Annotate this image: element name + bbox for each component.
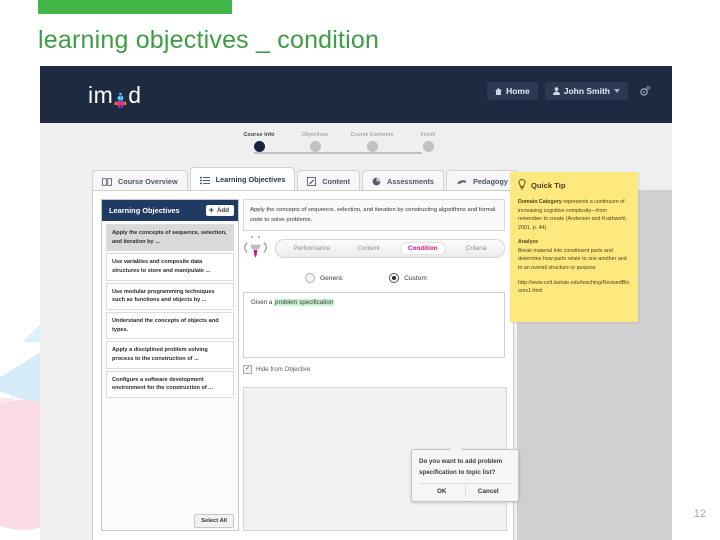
quick-tip-panel: Quick Tip Domain Category represents a c… (510, 172, 638, 322)
objectives-list: Apply the concepts of sequence, selectio… (102, 221, 238, 403)
radio-generic-control[interactable] (305, 273, 315, 284)
condition-type-radios: Generic Custom (243, 273, 505, 284)
app-navbar: im d Home John Smith (40, 66, 672, 123)
tab-label: Assessments (386, 176, 434, 186)
app-logo: im d (88, 82, 142, 109)
step-label: Course Elements (350, 132, 394, 138)
objective-statement: Apply the concepts of sequence, selectio… (243, 199, 505, 232)
book-icon (102, 177, 112, 186)
home-button[interactable]: Home (487, 82, 538, 100)
list-item[interactable]: Apply a disciplined problem solving proc… (106, 341, 234, 369)
pencil-square-icon (307, 177, 317, 186)
condition-textarea[interactable]: Given a problem specification (243, 292, 505, 359)
tab-label: Course Overview (118, 176, 178, 186)
add-label: Add (216, 207, 229, 214)
step-dot (366, 141, 378, 152)
list-icon (199, 176, 210, 185)
add-topic-dialog: Do you want to add problem specification… (411, 443, 519, 503)
objectives-panel-footer: Select All (194, 509, 234, 528)
home-label: Home (506, 86, 530, 96)
list-item[interactable]: Configure a software development environ… (106, 370, 234, 398)
page-title: learning objectives _ condition (38, 26, 380, 54)
green-accent-bar (38, 0, 232, 14)
pie-chart-icon (372, 177, 381, 186)
step-dot (253, 141, 265, 152)
tab-label: Content (322, 176, 350, 186)
step-connector-line (254, 152, 422, 154)
objective-detail: Apply the concepts of sequence, selectio… (243, 199, 505, 375)
tab-assessments[interactable]: Assessments (361, 170, 444, 192)
user-menu-label: John Smith (563, 86, 610, 96)
quick-tip-lead-2: Analyze (518, 239, 539, 246)
dialog-buttons: OK Cancel (419, 483, 512, 498)
robot-icon (114, 88, 127, 109)
objective-subtabs: Performance Content Condition Criteria (275, 239, 505, 259)
learning-objectives-title: Learning Objectives (109, 206, 180, 215)
home-icon (495, 87, 503, 95)
tab-pedagogy[interactable]: Pedagogy (446, 170, 518, 192)
app-screenshot: im d Home John Smith Course Info Objecti… (40, 66, 672, 540)
tab-label: Learning Objectives (215, 175, 286, 185)
quick-tip-header: Quick Tip (518, 179, 630, 192)
quick-tip-paragraph-1: Domain Category represents a continuum o… (518, 198, 630, 232)
objective-subtab-row: Performance Content Condition Criteria (243, 236, 505, 261)
list-item[interactable]: Understand the concepts of objects and t… (106, 311, 234, 340)
hide-from-objective-row[interactable]: ✓ Hide from Objective (243, 365, 505, 375)
hide-from-objective-checkbox[interactable]: ✓ (243, 365, 252, 375)
tab-course-overview[interactable]: Course Overview (92, 170, 188, 192)
list-item[interactable]: Apply the concepts of sequence, selectio… (106, 224, 234, 252)
step-dot (309, 141, 321, 152)
main-content-card: Learning Objectives + Add Apply the conc… (92, 190, 519, 540)
user-menu-button[interactable]: John Smith (544, 82, 628, 100)
hand-icon (456, 178, 467, 186)
quick-tip-title: Quick Tip (531, 181, 566, 190)
plus-icon: + (208, 205, 214, 215)
subtab-condition[interactable]: Condition (399, 242, 446, 256)
tab-learning-objectives[interactable]: Learning Objectives (189, 167, 296, 192)
quick-tip-body-2: Break material into constituent parts an… (518, 247, 627, 272)
add-objective-button[interactable]: + Add (205, 205, 234, 216)
step-label: Finish (420, 132, 436, 138)
radio-generic[interactable]: Generic (305, 273, 344, 284)
logo-text-prefix: im (88, 82, 114, 108)
learning-objectives-panel: Learning Objectives + Add Apply the conc… (101, 199, 239, 531)
list-item[interactable]: Use modular programming techniques such … (106, 282, 234, 310)
subtab-criteria[interactable]: Criteria (459, 243, 494, 254)
radio-generic-label: Generic (320, 274, 344, 282)
step-label: Course Info (243, 132, 275, 138)
quick-tip-paragraph-2: Analyze Break material into constituent p… (518, 238, 630, 272)
condition-text-prefix: Given a (251, 299, 275, 307)
radio-custom[interactable]: Custom (389, 273, 427, 284)
tab-content[interactable]: Content (297, 170, 360, 192)
chevron-down-icon (614, 89, 620, 93)
subtab-performance[interactable]: Performance (287, 243, 338, 254)
quick-tip-link[interactable]: http://www.celt.iastate.edu/teaching/Rev… (518, 279, 630, 296)
gear-icon (639, 85, 650, 97)
radio-custom-control[interactable] (389, 273, 400, 284)
wizard-steps: Course Info Objectives Course Elements F… (40, 123, 672, 163)
quick-tip-lead-1: Domain Category (518, 199, 562, 205)
select-all-button[interactable]: Select All (194, 514, 234, 528)
page-number: 12 (693, 508, 706, 520)
settings-gear-button[interactable] (635, 83, 654, 100)
navbar-actions: Home John Smith (487, 82, 654, 100)
condition-text-highlight[interactable]: problem specification (274, 299, 335, 307)
lightbulb-icon (518, 179, 526, 192)
slide-canvas: learning objectives _ condition 12 im d … (0, 0, 720, 540)
dialog-message: Do you want to add problem specification… (419, 458, 503, 476)
main-tab-strip: Course Overview Learning Objectives Cont… (92, 167, 518, 192)
hide-from-objective-label: Hide from Objective (256, 366, 311, 374)
dialog-ok-button[interactable]: OK (419, 484, 465, 497)
tab-label: Pedagogy (473, 176, 508, 186)
list-item[interactable]: Use variables and composite data structu… (106, 253, 234, 281)
dialog-cancel-button[interactable]: Cancel (464, 484, 512, 498)
step-dot (422, 141, 434, 152)
step-label: Objectives (301, 132, 329, 138)
learning-objectives-header: Learning Objectives + Add (102, 200, 238, 221)
logo-text-suffix: d (128, 82, 142, 108)
subtab-content[interactable]: Content (350, 243, 386, 254)
radio-custom-label: Custom (404, 274, 427, 282)
user-icon (552, 87, 560, 95)
megaphone-icon (243, 236, 268, 261)
